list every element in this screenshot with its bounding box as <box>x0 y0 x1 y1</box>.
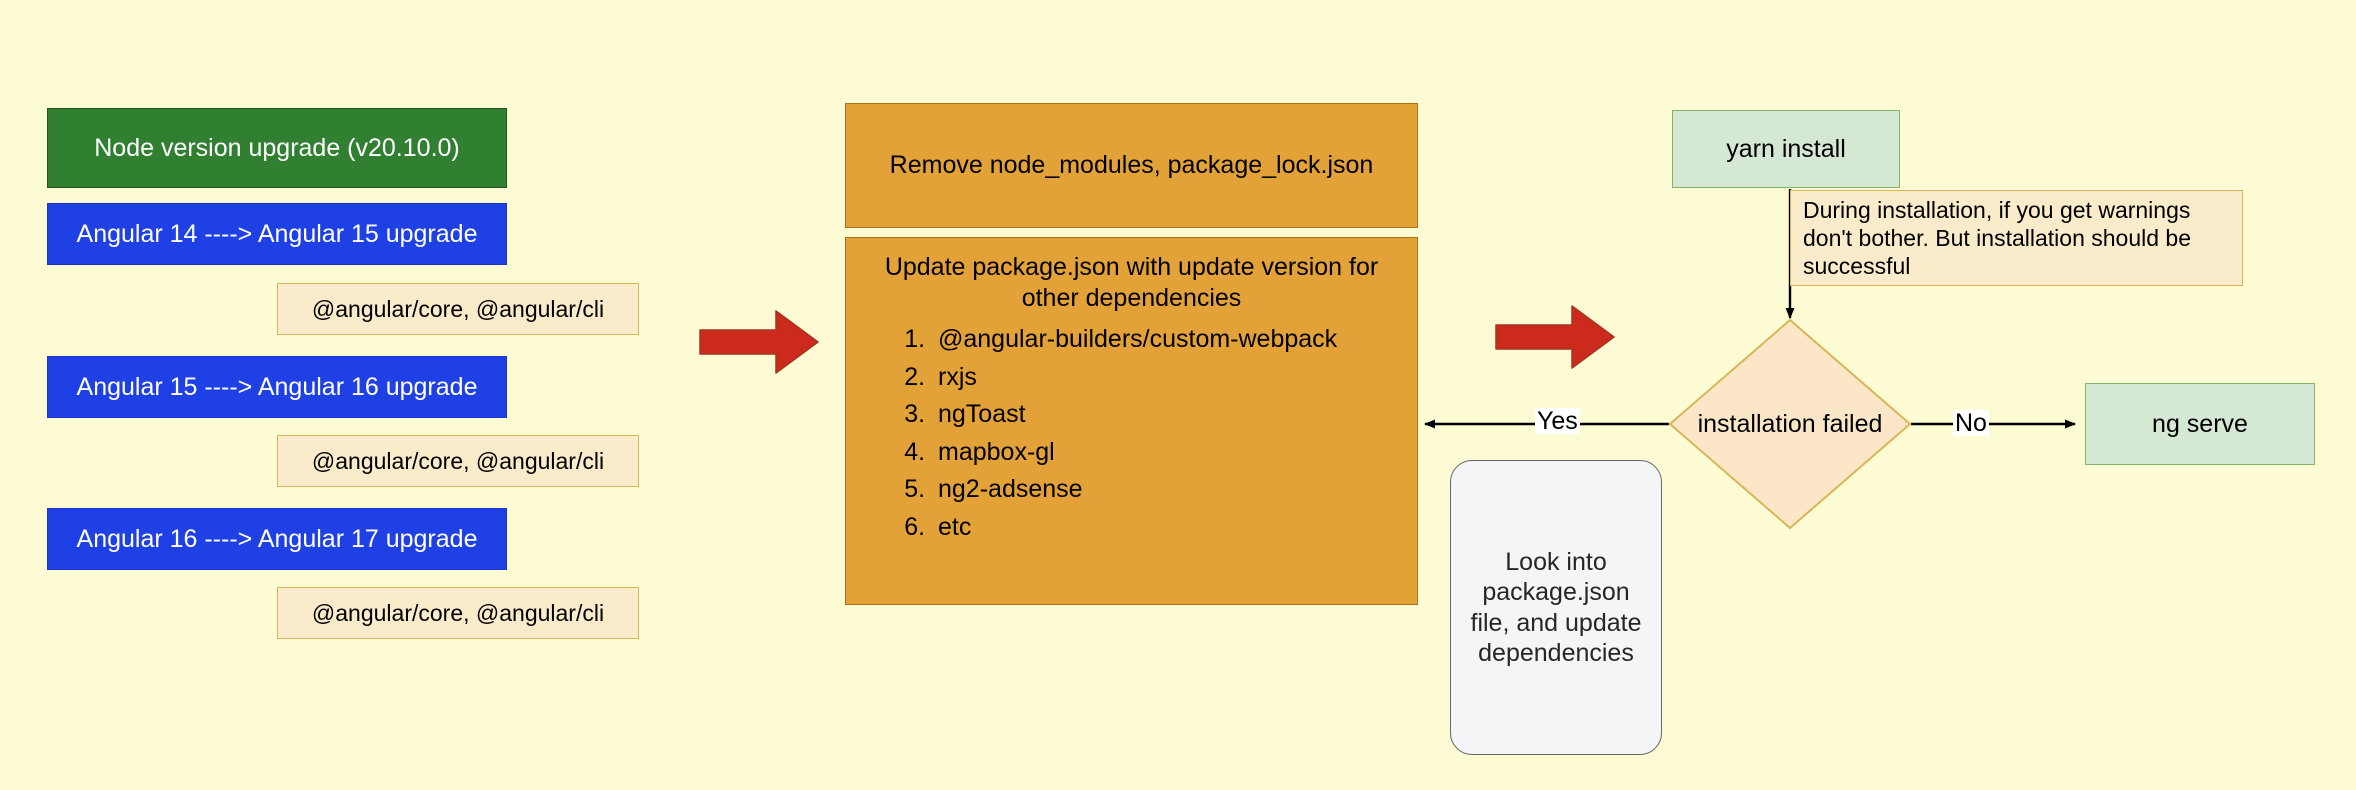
dependency-item: rxjs <box>932 362 1337 393</box>
decision-installation-failed[interactable]: installation failed <box>1668 318 1912 530</box>
node-look-into-package-json-label: Look into package.json file, and update … <box>1470 547 1642 668</box>
node-yarn-install-label: yarn install <box>1726 134 1846 163</box>
node-remove-node-modules[interactable]: Remove node_modules, package_lock.json <box>845 103 1418 228</box>
node-ng-serve-label: ng serve <box>2152 409 2248 438</box>
note-installation-warnings-label: During installation, if you get warnings… <box>1803 196 2192 280</box>
tooltip-angular-packages-3[interactable]: @angular/core, @angular/cli <box>277 587 639 639</box>
node-look-into-package-json[interactable]: Look into package.json file, and update … <box>1450 460 1662 755</box>
red-arrow-right-2 <box>1494 303 1616 371</box>
node-angular-15-16-upgrade-label: Angular 15 ----> Angular 16 upgrade <box>76 372 478 401</box>
tooltip-angular-packages-2[interactable]: @angular/core, @angular/cli <box>277 435 639 487</box>
dependency-item: etc <box>932 512 1337 543</box>
node-update-package-json-label: Update package.json with update version … <box>884 253 1379 312</box>
edge-label-yes: Yes <box>1535 407 1580 435</box>
node-node-version-upgrade-label: Node version upgrade (v20.10.0) <box>94 133 460 162</box>
note-installation-warnings[interactable]: During installation, if you get warnings… <box>1790 190 2243 286</box>
edge-label-no: No <box>1953 409 1989 437</box>
node-angular-14-15-upgrade-label: Angular 14 ----> Angular 15 upgrade <box>76 219 478 248</box>
decision-installation-failed-label: installation failed <box>1697 409 1883 438</box>
tooltip-angular-packages-1-label: @angular/core, @angular/cli <box>311 295 605 322</box>
node-angular-16-17-upgrade[interactable]: Angular 16 ----> Angular 17 upgrade <box>47 508 507 570</box>
node-angular-16-17-upgrade-label: Angular 16 ----> Angular 17 upgrade <box>76 524 478 553</box>
dependency-item: mapbox-gl <box>932 437 1337 468</box>
dependency-item: @angular-builders/custom-webpack <box>932 324 1337 355</box>
tooltip-angular-packages-2-label: @angular/core, @angular/cli <box>311 447 605 474</box>
dependency-item: ng2-adsense <box>932 474 1337 505</box>
node-ng-serve[interactable]: ng serve <box>2085 383 2315 465</box>
node-node-version-upgrade[interactable]: Node version upgrade (v20.10.0) <box>47 108 507 188</box>
node-update-package-json[interactable]: Update package.json with update version … <box>845 237 1418 605</box>
dependency-list: @angular-builders/custom-webpack rxjs ngTo… <box>886 324 1337 549</box>
tooltip-angular-packages-3-label: @angular/core, @angular/cli <box>311 599 605 626</box>
node-yarn-install[interactable]: yarn install <box>1672 110 1900 188</box>
node-remove-node-modules-label: Remove node_modules, package_lock.json <box>889 151 1374 180</box>
node-angular-15-16-upgrade[interactable]: Angular 15 ----> Angular 16 upgrade <box>47 356 507 418</box>
tooltip-angular-packages-1[interactable]: @angular/core, @angular/cli <box>277 283 639 335</box>
dependency-item: ngToast <box>932 399 1337 430</box>
flowchart-canvas: Node version upgrade (v20.10.0) Angular … <box>0 0 2356 790</box>
red-arrow-right-1 <box>698 308 820 376</box>
node-angular-14-15-upgrade[interactable]: Angular 14 ----> Angular 15 upgrade <box>47 203 507 265</box>
